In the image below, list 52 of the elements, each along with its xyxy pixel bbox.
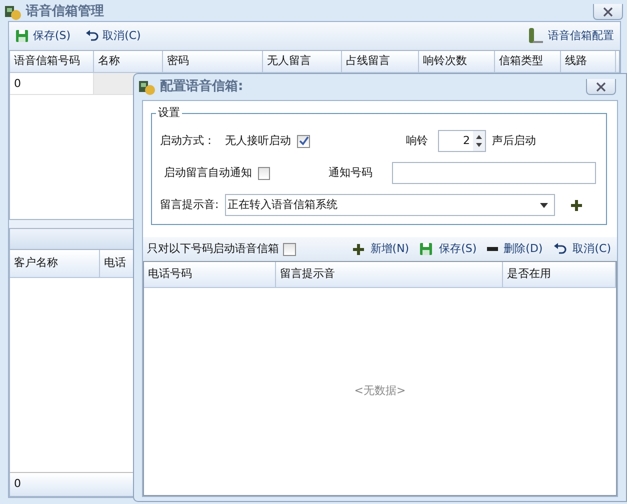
delete-button[interactable]: 删除(D) — [484, 240, 545, 258]
app-icon — [4, 3, 22, 21]
column-header: 线路 — [561, 51, 616, 72]
config-button[interactable]: 语音信箱配置 — [526, 27, 616, 45]
undo-icon — [552, 243, 567, 255]
minus-icon — [486, 247, 498, 251]
plus-icon — [353, 244, 364, 254]
ring-count-spinner[interactable]: 2 — [438, 130, 486, 152]
column-header: 语音信箱号码 — [10, 51, 94, 72]
column-header: 客户名称 — [10, 250, 100, 276]
field-label: 通知号码 — [328, 164, 372, 181]
field-label: 声后启动 — [492, 132, 536, 149]
column-header: 信箱类型 — [495, 51, 561, 72]
checkbox[interactable] — [297, 134, 310, 148]
close-button[interactable] — [586, 79, 616, 95]
app-icon — [138, 78, 156, 96]
field-label: 响铃 — [406, 132, 428, 149]
save-button[interactable]: 保存(S) — [417, 240, 479, 258]
save-button[interactable]: 保存(S) — [13, 28, 73, 44]
prompt-dropdown[interactable]: 正在转入语音信箱系统 — [224, 194, 555, 216]
column-header: 响铃次数 — [419, 51, 495, 72]
dialog-title: 配置语音信箱: — [160, 78, 244, 96]
checkbox-label: 无人接听启动 — [225, 132, 291, 149]
save-icon — [15, 29, 29, 43]
column-header: 无人留言 — [263, 51, 342, 72]
column-header: 电话号码 — [144, 262, 276, 286]
column-header: 名称 — [94, 51, 163, 72]
column-header: 占线留言 — [342, 51, 419, 72]
checkbox[interactable] — [258, 166, 270, 180]
checkbox[interactable] — [283, 242, 296, 256]
column-header: 是否在用 — [503, 262, 616, 286]
record-count: 0 — [14, 476, 21, 492]
close-icon — [602, 6, 614, 16]
empty-message: <无数据> — [354, 383, 406, 399]
field-label: 留言提示音: — [160, 196, 219, 213]
cancel-button[interactable]: 取消(C) — [82, 28, 143, 44]
add-prompt-button[interactable] — [568, 200, 584, 210]
close-button[interactable] — [593, 4, 623, 20]
cancel-button[interactable]: 取消(C) — [550, 240, 613, 258]
column-header: 留言提示音 — [276, 262, 503, 286]
checkbox-label: 只对以下号码启动语音信箱 — [147, 240, 279, 257]
field-label: 启动方式： — [160, 132, 215, 149]
save-icon — [419, 242, 434, 256]
notify-number-field[interactable] — [392, 162, 596, 184]
checkbox-label: 启动留言自动通知 — [164, 164, 252, 181]
window-title: 语音信箱管理 — [26, 2, 104, 22]
close-icon — [595, 82, 607, 92]
undo-icon — [84, 30, 99, 42]
add-button[interactable]: 新增(N) — [351, 240, 412, 258]
spin-arrows-icon[interactable] — [473, 131, 485, 151]
column-header: 密码 — [163, 51, 263, 72]
caret-icon — [540, 202, 548, 208]
